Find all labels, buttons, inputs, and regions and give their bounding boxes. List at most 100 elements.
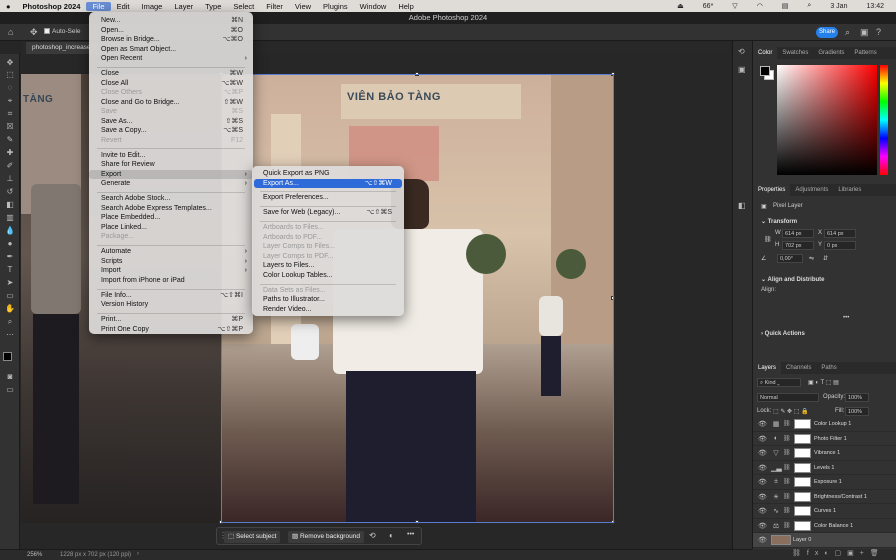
quick-actions-section[interactable]: › Quick Actions <box>761 331 805 337</box>
search-icon[interactable]: ⌕ <box>801 2 817 10</box>
layer-name[interactable]: Exposure 1 <box>814 479 842 485</box>
file-menu-item[interactable]: File Info... ⌥⇧⌘I <box>89 291 253 301</box>
layer-mask-thumb[interactable] <box>794 477 811 487</box>
tab-properties[interactable]: Properties <box>753 184 791 196</box>
flip-vertical-icon[interactable]: ⇵ <box>823 255 828 262</box>
tab-channels[interactable]: Channels <box>781 362 816 374</box>
y-field[interactable]: 0 px <box>824 241 856 250</box>
menu-select[interactable]: Select <box>227 2 260 11</box>
chain-icon[interactable]: ⛓ <box>783 507 791 514</box>
chevron-right-icon[interactable]: › <box>137 551 139 557</box>
blend-mode-select[interactable]: Normal <box>757 393 819 402</box>
file-menu-item[interactable]: Open as Smart Object... <box>89 45 253 55</box>
more-options-button[interactable]: ••• <box>407 531 414 538</box>
file-menu-item[interactable]: Share for Review <box>89 160 253 170</box>
chain-icon[interactable]: ⛓ <box>783 478 791 485</box>
chain-icon[interactable]: ⛓ <box>783 420 791 427</box>
hue-slider[interactable] <box>880 65 888 175</box>
zoom-tool-icon[interactable]: ⌕ <box>4 317 16 327</box>
home-icon[interactable]: ⌂ <box>8 27 13 37</box>
layer-filter-select[interactable]: ⌕ Kind ⌄ <box>757 378 801 387</box>
file-menu-item[interactable]: Close All ⌥⌘W <box>89 79 253 89</box>
angle-field[interactable]: 0,00° <box>777 254 803 263</box>
layer-name[interactable]: Curves 1 <box>814 508 836 514</box>
menu-plugins[interactable]: Plugins <box>317 2 354 11</box>
file-menu-item[interactable]: Export › <box>89 169 253 179</box>
visibility-eye-icon[interactable]: 👁 <box>758 536 767 544</box>
export-menu-item[interactable]: Export Preferences... <box>254 193 402 203</box>
flip-horizontal-icon[interactable]: ⇋ <box>809 255 814 262</box>
move-tool-icon[interactable]: ✥ <box>4 58 16 68</box>
color-field[interactable] <box>777 65 877 175</box>
visibility-eye-icon[interactable]: 👁 <box>758 420 767 428</box>
frame-tool-icon[interactable]: ☒ <box>4 122 16 132</box>
tab-libraries[interactable]: Libraries <box>833 184 866 196</box>
link-icon[interactable]: ⛓ <box>764 236 772 243</box>
dodge-tool-icon[interactable]: ● <box>4 239 16 249</box>
chain-icon[interactable]: ⛓ <box>783 493 791 500</box>
filter-icons[interactable]: ▣ ◐ T ⬚ ▤ <box>808 379 839 386</box>
export-menu-item[interactable]: Artboards to Files... <box>254 223 402 233</box>
transform-icon[interactable]: ⟲ <box>369 531 376 540</box>
layer-row[interactable]: 👁 ± ⛓ Exposure 1 <box>753 475 896 490</box>
stamp-tool-icon[interactable]: ⊥ <box>4 174 16 184</box>
chain-icon[interactable]: ⛓ <box>783 449 791 456</box>
search-icon[interactable]: ⌕ <box>845 27 850 38</box>
file-menu-item[interactable]: Generate › <box>89 179 253 189</box>
file-menu-item[interactable]: Save ⌘S <box>89 107 253 117</box>
chain-icon[interactable]: ⛓ <box>783 522 791 529</box>
foreground-color-swatch[interactable] <box>760 66 770 76</box>
width-field[interactable]: 614 px <box>782 229 814 238</box>
help-icon[interactable]: ? <box>876 27 881 37</box>
screen-mode-icon[interactable]: ▭ <box>4 385 16 395</box>
history-icon[interactable]: ⟲ <box>738 47 745 56</box>
layer-mask-thumb[interactable] <box>794 448 811 458</box>
info-icon[interactable]: ◧ <box>738 201 746 210</box>
layer-mask-thumb[interactable] <box>794 506 811 516</box>
export-menu-item[interactable]: Data Sets as Files... <box>254 286 402 296</box>
chain-icon[interactable]: ⛓ <box>783 435 791 442</box>
blur-tool-icon[interactable]: 💧 <box>4 226 16 236</box>
history-brush-icon[interactable]: ↺ <box>4 187 16 197</box>
layer-row[interactable]: 👁 ∿ ⛓ Curves 1 <box>753 504 896 519</box>
file-menu-item[interactable]: Search Adobe Express Templates... <box>89 204 253 214</box>
visibility-eye-icon[interactable]: 👁 <box>758 507 767 515</box>
control-center-icon[interactable]: ▤ <box>776 2 795 10</box>
brush-tool-icon[interactable]: ✐ <box>4 161 16 171</box>
visibility-eye-icon[interactable]: 👁 <box>758 478 767 486</box>
gradient-tool-icon[interactable]: ▥ <box>4 213 16 223</box>
layer-name[interactable]: Levels 1 <box>814 465 835 471</box>
lasso-tool-icon[interactable]: ◌ <box>4 83 16 93</box>
export-menu-item[interactable]: Artboards to PDF... <box>254 233 402 243</box>
document-tab[interactable]: photoshop_increase <box>26 42 97 54</box>
export-menu-item[interactable]: Layer Comps to PDF... <box>254 252 402 262</box>
menu-help[interactable]: Help <box>392 2 419 11</box>
quick-mask-icon[interactable]: ◙ <box>4 372 16 382</box>
layer-name[interactable]: Color Lookup 1 <box>814 421 851 427</box>
menu-view[interactable]: View <box>289 2 317 11</box>
file-menu-item[interactable]: Open... ⌘O <box>89 26 253 36</box>
file-menu-item[interactable]: Automate › <box>89 247 253 257</box>
layer-row[interactable]: 👁 ▁▃ ⛓ Levels 1 <box>753 461 896 475</box>
tab-adjustments[interactable]: Adjustments <box>790 184 833 196</box>
zoom-readout[interactable]: 256% <box>27 552 42 558</box>
marquee-tool-icon[interactable]: ⬚ <box>4 70 16 80</box>
layer-name[interactable]: Vibrance 1 <box>814 450 840 456</box>
visibility-eye-icon[interactable]: 👁 <box>758 522 767 530</box>
export-menu-item[interactable]: Color Lookup Tables... <box>254 271 402 281</box>
export-menu-item[interactable]: Export As... ⌥⇧⌘W <box>254 178 402 188</box>
layer-mask-thumb[interactable] <box>794 433 811 444</box>
file-menu-item[interactable]: Save a Copy... ⌥⌘S <box>89 126 253 136</box>
x-field[interactable]: 614 px <box>824 229 856 238</box>
lock-icons[interactable]: ⬚ ✎ ✥ ⬚ 🔒 <box>773 408 809 415</box>
file-menu-item[interactable]: Print... ⌘P <box>89 315 253 325</box>
chain-icon[interactable]: ⛓ <box>783 464 791 471</box>
foreground-color-swatch[interactable] <box>3 352 12 361</box>
file-menu-item[interactable]: Invite to Edit... <box>89 151 253 161</box>
export-menu-item[interactable]: Paths to Illustrator... <box>254 295 402 305</box>
align-more-button[interactable]: ••• <box>843 315 849 321</box>
menu-edit[interactable]: Edit <box>111 2 136 11</box>
visibility-eye-icon[interactable]: 👁 <box>758 493 767 501</box>
file-menu-item[interactable]: Close Others ⌥⌘P <box>89 88 253 98</box>
menu-image[interactable]: Image <box>136 2 169 11</box>
